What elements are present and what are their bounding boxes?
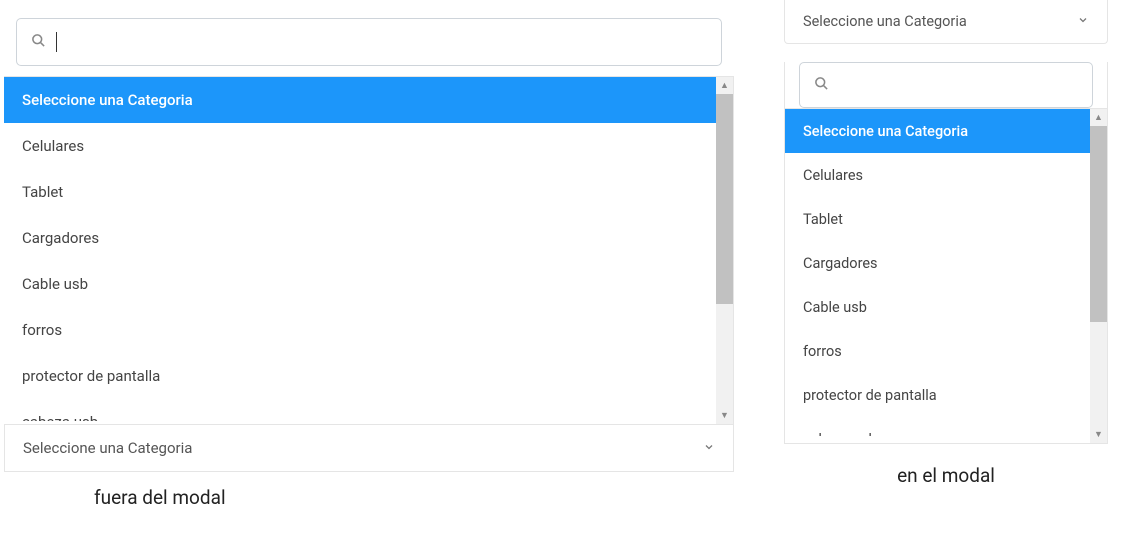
- search-input-modal[interactable]: [843, 77, 1078, 94]
- text-cursor: [56, 32, 57, 52]
- dropdown-option-placeholder[interactable]: Seleccione una Categoria: [785, 109, 1107, 153]
- dropdown-option[interactable]: cabeza usb: [785, 417, 1107, 436]
- dropdown-option[interactable]: Cargadores: [785, 241, 1107, 285]
- scrollbar[interactable]: ▲ ▼: [716, 77, 733, 424]
- dropdown-option[interactable]: Tablet: [4, 169, 733, 215]
- scroll-up-icon[interactable]: ▲: [716, 77, 733, 94]
- dropdown-list: Seleccione una Categoria Celulares Table…: [4, 76, 734, 425]
- search-icon: [814, 76, 829, 95]
- chevron-down-icon: [703, 439, 715, 457]
- dropdown-option[interactable]: Celulares: [4, 123, 733, 169]
- select-label: Seleccione una Categoria: [803, 13, 967, 30]
- search-input[interactable]: [71, 34, 707, 51]
- dropdown-container-modal: Seleccione una Categoria Celulares Table…: [784, 62, 1108, 444]
- search-box[interactable]: [16, 18, 722, 66]
- dropdown-option[interactable]: Cargadores: [4, 215, 733, 261]
- dropdown-option[interactable]: forros: [4, 307, 733, 353]
- dropdown-option[interactable]: Cable usb: [785, 285, 1107, 329]
- dropdown-option[interactable]: protector de pantalla: [4, 353, 733, 399]
- left-panel: Seleccione una Categoria Celulares Table…: [4, 0, 734, 509]
- select-collapsed-modal[interactable]: Seleccione una Categoria: [784, 0, 1108, 44]
- dropdown-option[interactable]: protector de pantalla: [785, 373, 1107, 417]
- caption-left: fuera del modal: [94, 486, 734, 509]
- scroll-down-icon[interactable]: ▼: [1090, 426, 1107, 443]
- search-box-modal[interactable]: [799, 62, 1093, 108]
- dropdown-option[interactable]: Tablet: [785, 197, 1107, 241]
- dropdown-option[interactable]: Cable usb: [4, 261, 733, 307]
- search-icon: [31, 33, 46, 52]
- dropdown-option[interactable]: cabeza usb: [4, 399, 733, 421]
- right-panel: Seleccione una Categoria Seleccione una …: [784, 0, 1108, 487]
- scrollbar-thumb[interactable]: [1090, 126, 1107, 322]
- caption-right: en el modal: [784, 464, 1108, 487]
- dropdown-list-modal: Seleccione una Categoria Celulares Table…: [785, 108, 1107, 443]
- chevron-down-icon: [1077, 13, 1089, 30]
- dropdown-option[interactable]: Celulares: [785, 153, 1107, 197]
- select-collapsed[interactable]: Seleccione una Categoria: [4, 425, 734, 472]
- dropdown-option[interactable]: forros: [785, 329, 1107, 373]
- scrollbar-thumb[interactable]: [716, 94, 733, 304]
- scrollbar-modal[interactable]: ▲ ▼: [1090, 109, 1107, 443]
- dropdown-option-placeholder[interactable]: Seleccione una Categoria: [4, 77, 733, 123]
- scroll-down-icon[interactable]: ▼: [716, 407, 733, 424]
- scroll-up-icon[interactable]: ▲: [1090, 109, 1107, 126]
- select-label: Seleccione una Categoria: [23, 439, 192, 457]
